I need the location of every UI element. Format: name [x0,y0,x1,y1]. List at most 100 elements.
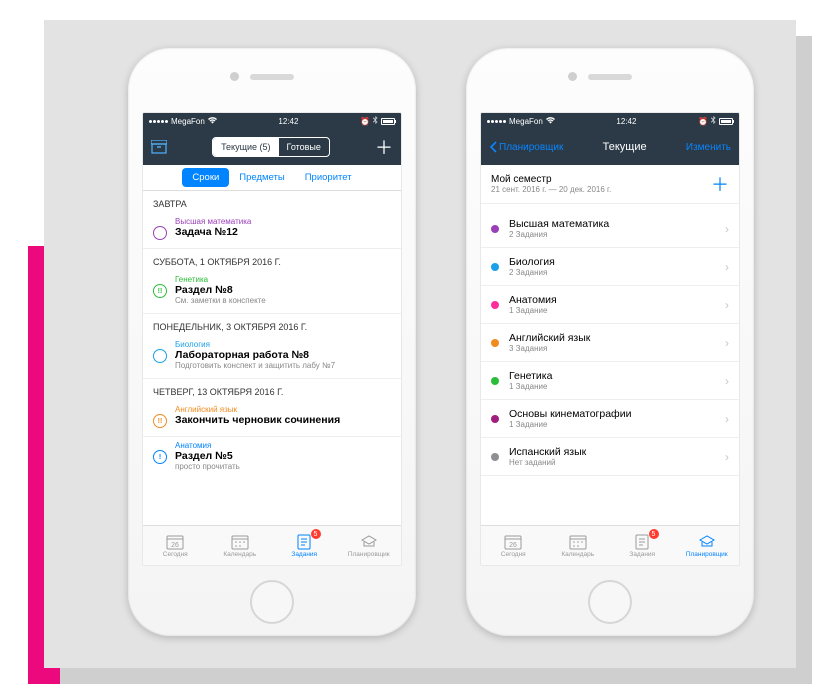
tab-tasks[interactable]: 5 Задания [272,526,337,565]
screen-tasks: MegaFon 12:42 ⏰ Текущие (5) Готовые [142,112,402,566]
svg-text:26: 26 [171,542,179,549]
task-row[interactable]: БиологияЛабораторная работа №8Подготовит… [143,336,401,379]
section-header: ПОНЕДЕЛЬНИК, 3 ОКТЯБРЯ 2016 Г. [143,314,401,336]
semester-dates: 21 сент. 2016 г. — 20 дек. 2016 г. [491,185,611,194]
section-header: СУББОТА, 1 ОКТЯБРЯ 2016 Г. [143,249,401,271]
task-status-circle[interactable] [153,226,167,240]
subject-color-dot [491,453,499,461]
task-row[interactable]: ! АнатомияРаздел №5просто прочитать [143,437,401,479]
alarm-icon: ⏰ [698,117,708,126]
add-button[interactable]: ＋ [375,134,393,160]
tab-calendar[interactable]: Календарь [208,526,273,565]
task-status-circle[interactable]: ! [153,450,167,464]
task-subject: Биология [175,340,391,349]
task-status-circle[interactable] [153,349,167,363]
section-header: ЗАВТРА [143,191,401,213]
add-subject-button[interactable]: ＋ [711,171,729,197]
sub-nav: Сроки Предметы Приоритет [143,165,401,191]
phone-speaker [250,74,294,80]
tab-bar: 26 Сегодня Календарь 5 Задания Планировщ… [143,525,401,565]
tab-today[interactable]: 26 Сегодня [143,526,208,565]
calendar-icon [231,534,249,550]
subject-color-dot [491,263,499,271]
semester-header[interactable]: Мой семестр 21 сент. 2016 г. — 20 дек. 2… [481,165,739,204]
segment-done[interactable]: Готовые [279,138,329,156]
chevron-right-icon: › [725,450,729,464]
subject-color-dot [491,377,499,385]
task-row[interactable]: Высшая математикаЗадача №12 [143,213,401,249]
status-bar: MegaFon 12:42 ⏰ [481,113,739,129]
task-status-circle[interactable]: !! [153,284,167,298]
subject-count: 1 Задание [509,382,715,391]
subject-row[interactable]: Анатомия1 Задание› [481,286,739,324]
chevron-right-icon: › [725,374,729,388]
subject-color-dot [491,415,499,423]
subject-row[interactable]: Биология2 Задания› [481,248,739,286]
tab-planner[interactable]: Планировщик [337,526,402,565]
task-title: Задача №12 [175,226,391,238]
home-button[interactable] [588,580,632,624]
subject-count: 3 Задания [509,344,715,353]
subject-row[interactable]: Английский язык3 Задания› [481,324,739,362]
subject-row[interactable]: Основы кинематографии1 Задание› [481,400,739,438]
bluetooth-icon [373,116,378,126]
planner-icon [360,534,378,550]
alarm-icon: ⏰ [360,117,370,126]
task-list[interactable]: ЗАВТРАВысшая математикаЗадача №12СУББОТА… [143,191,401,525]
task-subject: Анатомия [175,441,391,450]
battery-icon [719,118,733,125]
subject-row[interactable]: Испанский языкНет заданий› [481,438,739,476]
subject-name: Генетика [509,370,715,382]
subject-name: Биология [509,256,715,268]
home-button[interactable] [250,580,294,624]
status-bar: MegaFon 12:42 ⏰ [143,113,401,129]
task-title: Раздел №5 [175,450,391,462]
section-header: ЧЕТВЕРГ, 13 ОКТЯБРЯ 2016 Г. [143,379,401,401]
subnav-deadlines[interactable]: Сроки [182,168,229,187]
screen-planner: MegaFon 12:42 ⏰ Планировщик Текущие Изме… [480,112,740,566]
calendar-today-icon: 26 [504,534,522,550]
carrier-label: MegaFon [509,117,543,126]
edit-button[interactable]: Изменить [686,142,731,153]
task-subject: Генетика [175,275,391,284]
wifi-icon [208,117,217,126]
subject-color-dot [491,225,499,233]
subject-list[interactable]: Высшая математика2 Задания›Биология2 Зад… [481,204,739,525]
subject-count: 2 Задания [509,268,715,277]
nav-title: Текущие [603,141,647,153]
subject-row[interactable]: Генетика1 Задание › [481,362,739,400]
subject-count: Нет заданий [509,458,715,467]
signal-dots-icon [487,120,506,123]
task-row[interactable]: !!ГенетикаРаздел №8См. заметки в конспек… [143,271,401,314]
subject-row[interactable]: Высшая математика2 Задания› [481,210,739,248]
task-subject: Английский язык [175,405,391,414]
clock-label: 12:42 [278,117,298,126]
segment-control[interactable]: Текущие (5) Готовые [212,137,330,157]
task-status-circle[interactable]: !! [153,414,167,428]
tab-tasks[interactable]: 5 Задания [610,526,675,565]
subnav-priority[interactable]: Приоритет [295,168,362,187]
task-row[interactable]: !! Английский языкЗакончить черновик сочи… [143,401,401,437]
phone-camera [230,72,239,81]
segment-current[interactable]: Текущие (5) [213,138,278,156]
semester-title: Мой семестр [491,174,611,185]
phone-speaker [588,74,632,80]
signal-dots-icon [149,120,168,123]
back-button[interactable]: Планировщик [489,141,563,153]
archive-icon[interactable] [151,140,167,154]
subnav-subjects[interactable]: Предметы [229,168,294,187]
chevron-right-icon: › [725,222,729,236]
svg-text:26: 26 [509,542,517,549]
clock-label: 12:42 [616,117,636,126]
bluetooth-icon [711,116,716,126]
tab-calendar[interactable]: Календарь [546,526,611,565]
task-note: просто прочитать [175,462,391,471]
subject-count: 2 Задания [509,230,715,239]
tab-planner[interactable]: Планировщик [675,526,740,565]
calendar-today-icon: 26 [166,534,184,550]
carrier-label: MegaFon [171,117,205,126]
task-title: Закончить черновик сочинения [175,414,391,426]
tab-bar: 26 Сегодня Календарь 5 Задания Планировщ… [481,525,739,565]
tasks-badge: 5 [649,529,659,539]
tab-today[interactable]: 26 Сегодня [481,526,546,565]
